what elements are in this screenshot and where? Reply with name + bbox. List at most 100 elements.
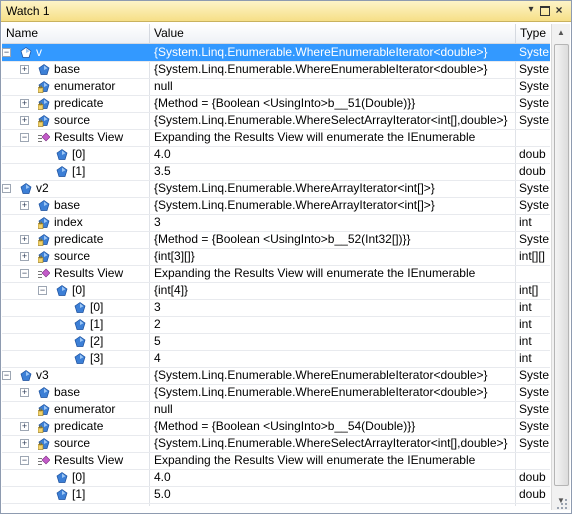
private-field-icon <box>38 115 50 127</box>
watch-row-v-results[interactable]: − Results View Expanding the Results View … <box>2 129 550 147</box>
expand-toggle-icon[interactable]: + <box>20 99 29 108</box>
watch-row-v2-source[interactable]: + source {int[3][]} int[][] <box>2 248 550 266</box>
column-header-value[interactable]: Value <box>150 24 516 43</box>
row-value[interactable]: 4.0 <box>154 146 512 163</box>
watch-row-v-source[interactable]: + source {System.Linq.Enumerable.WhereSele… <box>2 112 550 130</box>
watch-row-v[interactable]: − v {System.Linq.Enumerable.WhereEnumerabl… <box>2 44 550 62</box>
expand-toggle-icon[interactable]: + <box>20 116 29 125</box>
row-value[interactable]: 3 <box>154 214 512 231</box>
expand-toggle-icon[interactable]: + <box>20 439 29 448</box>
row-value[interactable]: {Method = {Boolean <UsingInto>b__52(Int3… <box>154 231 512 248</box>
watch-row-v2-r01[interactable]: [1] 2 int <box>2 316 550 334</box>
row-value[interactable]: {int[3][]} <box>154 248 512 265</box>
row-value[interactable]: {System.Linq.Enumerable.WhereArrayIterat… <box>154 197 512 214</box>
watch-row-v3-r0[interactable]: [0] 4.0 doub <box>2 469 550 487</box>
row-type: Syster <box>519 402 549 416</box>
row-value[interactable]: 3 <box>154 299 512 316</box>
row-value[interactable]: 4 <box>154 350 512 367</box>
watch-row-v3-r1[interactable]: [1] 5.0 doub <box>2 486 550 504</box>
resize-grip-icon[interactable] <box>556 498 568 510</box>
element-icon <box>74 302 86 313</box>
row-value[interactable]: {System.Linq.Enumerable.WhereEnumerableI… <box>154 44 512 61</box>
results-view-icon <box>38 455 50 465</box>
row-value[interactable]: {System.Linq.Enumerable.WhereEnumerableI… <box>154 384 512 401</box>
watch-row-v2-r0[interactable]: − [0] {int[4]} int[] <box>2 282 550 300</box>
watch-row-v2-base[interactable]: + base {System.Linq.Enumerable.WhereArrayI… <box>2 197 550 215</box>
element-icon <box>56 149 68 160</box>
expand-toggle-icon[interactable]: + <box>20 252 29 261</box>
vertical-scrollbar[interactable]: ▲ ▼ <box>551 24 570 510</box>
row-value[interactable]: {Method = {Boolean <UsingInto>b__51(Doub… <box>154 95 512 112</box>
expand-toggle-icon[interactable]: + <box>20 65 29 74</box>
row-value[interactable]: 3.5 <box>154 163 512 180</box>
column-header-type[interactable]: Type <box>516 24 556 43</box>
row-value[interactable]: {System.Linq.Enumerable.WhereSelectArray… <box>154 112 512 129</box>
row-value[interactable]: {Method = {Boolean <UsingInto>b__54(Doub… <box>154 418 512 435</box>
row-value[interactable]: {int[4]} <box>154 282 512 299</box>
watch-row-v-enumerator[interactable]: enumerator null Syster <box>2 78 550 96</box>
watch-row-v-r1[interactable]: [1] 3.5 doub <box>2 163 550 181</box>
row-value[interactable]: Expanding the Results View will enumerat… <box>154 452 512 469</box>
row-type: int <box>519 300 532 314</box>
collapse-toggle-icon[interactable]: − <box>2 371 11 380</box>
watch-row-v-base[interactable]: + base {System.Linq.Enumerable.WhereEnumer… <box>2 61 550 79</box>
row-type: int <box>519 215 532 229</box>
column-header: Name Value Type <box>2 24 550 44</box>
field-icon <box>38 200 50 211</box>
row-type: int[] <box>519 283 539 297</box>
results-view-icon <box>38 132 50 142</box>
watch-row-v3-base[interactable]: + base {System.Linq.Enumerable.WhereEnumer… <box>2 384 550 402</box>
expand-toggle-icon[interactable]: + <box>20 235 29 244</box>
close-icon[interactable]: × <box>553 4 565 16</box>
watch-row-v2-r02[interactable]: [2] 5 int <box>2 333 550 351</box>
private-field-icon <box>38 438 50 450</box>
collapse-toggle-icon[interactable]: − <box>38 286 47 295</box>
title-bar[interactable]: Watch 1 ▾ × <box>1 1 571 22</box>
watch-row-v3[interactable]: − v3 {System.Linq.Enumerable.WhereEnumerab… <box>2 367 550 385</box>
row-name: index <box>54 215 83 229</box>
row-type: Syster <box>519 232 549 246</box>
watch-row-v2-predicate[interactable]: + predicate {Method = {Boolean <UsingInto>… <box>2 231 550 249</box>
watch-row-v-r0[interactable]: [0] 4.0 doub <box>2 146 550 164</box>
row-value[interactable]: 4.0 <box>154 469 512 486</box>
collapse-toggle-icon[interactable]: − <box>20 456 29 465</box>
watch-row-v3-results[interactable]: − Results View Expanding the Results View … <box>2 452 550 470</box>
watch-row-v3-enumerator[interactable]: enumerator null Syster <box>2 401 550 419</box>
row-value[interactable]: Expanding the Results View will enumerat… <box>154 129 512 146</box>
row-value[interactable]: null <box>154 401 512 418</box>
collapse-toggle-icon[interactable]: − <box>20 269 29 278</box>
row-name: base <box>54 62 81 76</box>
row-name: [1] <box>72 164 86 178</box>
collapse-toggle-icon[interactable]: − <box>2 48 11 57</box>
watch-row-v2-r00[interactable]: [0] 3 int <box>2 299 550 317</box>
watch-row-v2-index[interactable]: index 3 int <box>2 214 550 232</box>
row-value[interactable]: Expanding the Results View will enumerat… <box>154 265 512 282</box>
row-value[interactable]: {System.Linq.Enumerable.WhereArrayIterat… <box>154 180 512 197</box>
expand-toggle-icon[interactable]: + <box>20 388 29 397</box>
watch-row-v2-r03[interactable]: [3] 4 int <box>2 350 550 368</box>
window-position-dropdown-icon[interactable]: ▾ <box>525 4 537 16</box>
row-value[interactable]: 5 <box>154 333 512 350</box>
watch-row-v2[interactable]: − v2 {System.Linq.Enumerable.WhereArrayIte… <box>2 180 550 198</box>
row-value[interactable]: 2 <box>154 316 512 333</box>
row-value[interactable]: {System.Linq.Enumerable.WhereSelectArray… <box>154 435 512 452</box>
watch-row-v2-results[interactable]: − Results View Expanding the Results View … <box>2 265 550 283</box>
expand-toggle-icon[interactable]: + <box>20 422 29 431</box>
row-name: base <box>54 198 81 212</box>
scroll-thumb[interactable] <box>554 44 569 486</box>
row-value[interactable]: null <box>154 78 512 95</box>
collapse-toggle-icon[interactable]: − <box>2 184 11 193</box>
collapse-toggle-icon[interactable]: − <box>20 133 29 142</box>
watch-row-v3-source[interactable]: + source {System.Linq.Enumerable.WhereSele… <box>2 435 550 453</box>
maximize-icon[interactable] <box>539 4 551 16</box>
row-name: [2] <box>90 334 104 348</box>
window-title: Watch 1 <box>6 4 50 18</box>
watch-row-v3-predicate[interactable]: + predicate {Method = {Boolean <UsingInto>… <box>2 418 550 436</box>
row-value[interactable]: 5.0 <box>154 486 512 503</box>
expand-toggle-icon[interactable]: + <box>20 201 29 210</box>
column-header-name[interactable]: Name <box>2 24 150 43</box>
row-value[interactable]: {System.Linq.Enumerable.WhereEnumerableI… <box>154 61 512 78</box>
row-value[interactable]: {System.Linq.Enumerable.WhereEnumerableI… <box>154 367 512 384</box>
scroll-up-icon[interactable]: ▲ <box>554 26 568 40</box>
watch-row-v-predicate[interactable]: + predicate {Method = {Boolean <UsingInto>… <box>2 95 550 113</box>
